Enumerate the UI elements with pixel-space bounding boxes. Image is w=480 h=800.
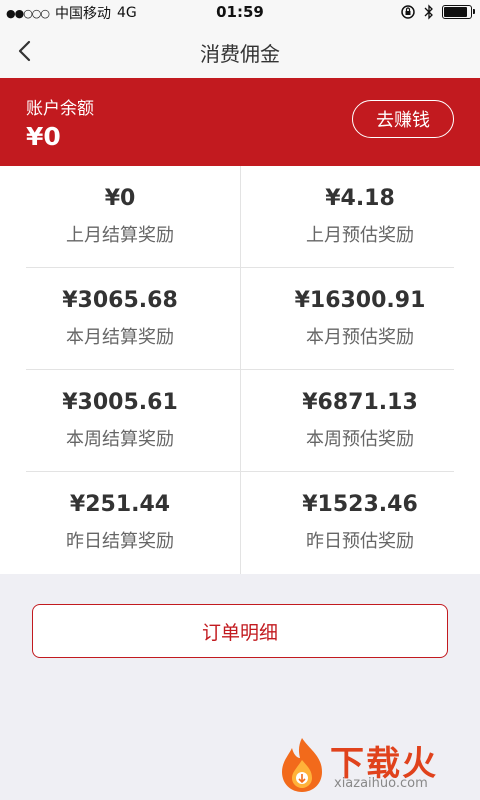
stat-cell-last-month-settled: ¥0 上月结算奖励	[0, 166, 240, 268]
battery-level	[444, 7, 468, 17]
bluetooth-icon	[424, 4, 433, 20]
stat-label: 上月预估奖励	[306, 225, 414, 246]
stat-label: 昨日预估奖励	[306, 531, 414, 552]
stat-value: ¥3065.68	[62, 288, 178, 313]
status-right	[400, 4, 475, 20]
stat-cell-yesterday-estimated: ¥1523.46 昨日预估奖励	[240, 472, 480, 574]
stat-cell-yesterday-settled: ¥251.44 昨日结算奖励	[0, 472, 240, 574]
stat-label: 上月结算奖励	[66, 225, 174, 246]
stat-value: ¥0	[104, 186, 136, 211]
nav-bar: 消费佣金	[0, 24, 480, 78]
stat-label: 昨日结算奖励	[66, 531, 174, 552]
stat-value: ¥1523.46	[302, 492, 418, 517]
stat-value: ¥3005.61	[62, 390, 178, 415]
stat-value: ¥4.18	[325, 186, 395, 211]
account-balance-panel: 账户余额 ¥0 去赚钱	[0, 78, 480, 166]
stat-cell-this-month-settled: ¥3065.68 本月结算奖励	[0, 268, 240, 370]
account-balance-label: 账户余额	[26, 99, 94, 119]
stat-label: 本月预估奖励	[306, 327, 414, 348]
account-balance-amount: ¥0	[26, 122, 61, 151]
reward-stats-grid: ¥0 上月结算奖励 ¥4.18 上月预估奖励 ¥3065.68 本月结算奖励 ¥…	[0, 166, 480, 574]
earn-money-button[interactable]: 去赚钱	[352, 100, 454, 138]
stat-cell-last-month-estimated: ¥4.18 上月预估奖励	[240, 166, 480, 268]
stat-cell-this-week-settled: ¥3005.61 本周结算奖励	[0, 370, 240, 472]
stat-cell-this-month-estimated: ¥16300.91 本月预估奖励	[240, 268, 480, 370]
status-bar: ●●○○○ 中国移动 4G 01:59	[0, 0, 480, 24]
order-details-button[interactable]: 订单明细	[32, 604, 448, 658]
rotation-lock-icon	[401, 5, 415, 19]
stat-value: ¥251.44	[69, 492, 171, 517]
battery-icon	[442, 5, 475, 19]
grid-divider-horizontal	[26, 471, 454, 472]
stat-cell-this-week-estimated: ¥6871.13 本周预估奖励	[240, 370, 480, 472]
grid-divider-horizontal	[26, 369, 454, 370]
stat-value: ¥6871.13	[302, 390, 418, 415]
stat-value: ¥16300.91	[294, 288, 426, 313]
stat-label: 本周结算奖励	[66, 429, 174, 450]
flame-logo-icon	[282, 738, 322, 792]
page-title: 消费佣金	[200, 42, 280, 66]
stat-label: 本周预估奖励	[306, 429, 414, 450]
watermark-url: xiazaihuo.com	[334, 776, 428, 791]
stat-label: 本月结算奖励	[66, 327, 174, 348]
grid-divider-vertical	[240, 166, 241, 574]
grid-divider-horizontal	[26, 267, 454, 268]
watermark: 下载火 xiazaihuo.com	[274, 734, 474, 794]
